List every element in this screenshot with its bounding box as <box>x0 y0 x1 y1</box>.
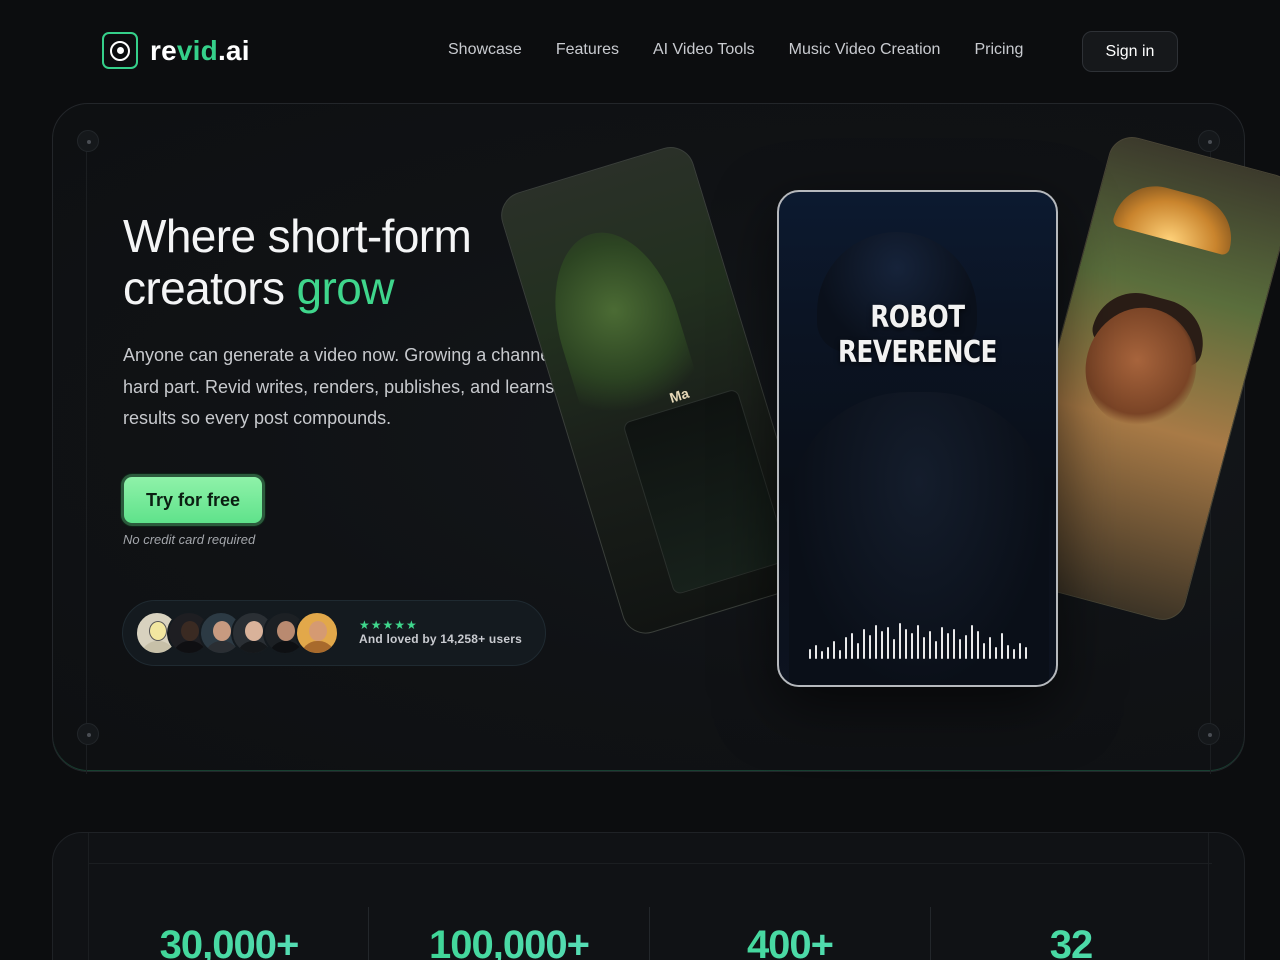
cta-note: No credit card required <box>123 532 256 547</box>
waveform-bar <box>970 625 973 659</box>
waveform-bar <box>976 631 979 659</box>
brand-logo[interactable]: revid.ai <box>102 32 250 69</box>
try-for-free-button[interactable]: Try for free <box>121 474 265 526</box>
avatar <box>295 611 339 655</box>
waveform-bar <box>910 633 913 659</box>
nav-link-pricing[interactable]: Pricing <box>974 41 1023 59</box>
nav-link-features[interactable]: Features <box>556 41 619 59</box>
corner-dot <box>77 130 99 152</box>
waveform-bar <box>982 643 985 659</box>
waveform-bar <box>904 629 907 659</box>
waveform-bar <box>1000 633 1003 659</box>
waveform-bar <box>964 635 967 659</box>
nav-link-showcase[interactable]: Showcase <box>448 41 522 59</box>
stat-value: 400+ <box>650 923 930 960</box>
waveform-bar <box>958 639 961 659</box>
audio-waveform <box>779 619 1056 659</box>
brand-name: revid.ai <box>150 34 250 66</box>
star-icon: ★★★★★ <box>359 618 418 632</box>
waveform-bar <box>892 639 895 659</box>
waveform-bar <box>922 637 925 659</box>
waveform-bar <box>946 633 949 659</box>
waveform-bar <box>844 637 847 659</box>
user-count-text: And loved by 14,258+ users <box>359 632 522 646</box>
waveform-bar <box>1024 647 1027 659</box>
waveform-bar <box>916 625 919 659</box>
stat-value: 30,000+ <box>89 923 369 960</box>
waveform-bar <box>862 629 865 659</box>
nav-link-music-video-creation[interactable]: Music Video Creation <box>789 41 941 59</box>
waveform-bar <box>880 631 883 659</box>
hero-headline: Where short-form creators grow <box>123 210 472 314</box>
waveform-bar <box>952 629 955 659</box>
nav-links: Showcase Features AI Video Tools Music V… <box>448 41 1023 59</box>
waveform-bar <box>988 637 991 659</box>
stat-value: 32 <box>931 923 1211 960</box>
hero-guide-line <box>86 134 87 774</box>
camera-lens-icon <box>102 32 138 69</box>
top-nav: revid.ai Showcase Features AI Video Tool… <box>0 0 1280 100</box>
waveform-bar <box>994 647 997 659</box>
waveform-bar <box>940 627 943 659</box>
waveform-bar <box>820 651 823 659</box>
stat-value: 100,000+ <box>369 923 649 960</box>
waveform-bar <box>1018 643 1021 659</box>
waveform-bar <box>838 650 841 659</box>
corner-dot <box>77 723 99 745</box>
corner-dot <box>1198 723 1220 745</box>
headline-accent: grow <box>296 262 395 314</box>
waveform-bar <box>832 641 835 659</box>
waveform-bar <box>808 649 811 659</box>
waveform-bar <box>826 647 829 659</box>
waveform-bar <box>1006 645 1009 659</box>
waveform-bar <box>934 641 937 659</box>
video-title: ROBOT REVERENCE <box>837 300 998 370</box>
waveform-bar <box>928 631 931 659</box>
social-proof-pill: ★★★★★ And loved by 14,258+ users <box>122 600 546 666</box>
showcase-phone-video[interactable]: ROBOT REVERENCE <box>777 190 1058 687</box>
corner-dot <box>1198 130 1220 152</box>
waveform-bar <box>874 625 877 659</box>
waveform-bar <box>886 627 889 659</box>
stats-section: 30,000+ 100,000+ 400+ 32 <box>52 832 1245 960</box>
hero-section: Where short-form creators grow Anyone ca… <box>52 103 1280 774</box>
nav-link-ai-video-tools[interactable]: AI Video Tools <box>653 41 755 59</box>
waveform-bar <box>898 623 901 659</box>
sign-in-button[interactable]: Sign in <box>1082 31 1178 72</box>
waveform-bar <box>1012 649 1015 659</box>
waveform-bar <box>856 643 859 659</box>
waveform-bar <box>868 635 871 659</box>
waveform-bar <box>814 645 817 659</box>
waveform-bar <box>850 633 853 659</box>
